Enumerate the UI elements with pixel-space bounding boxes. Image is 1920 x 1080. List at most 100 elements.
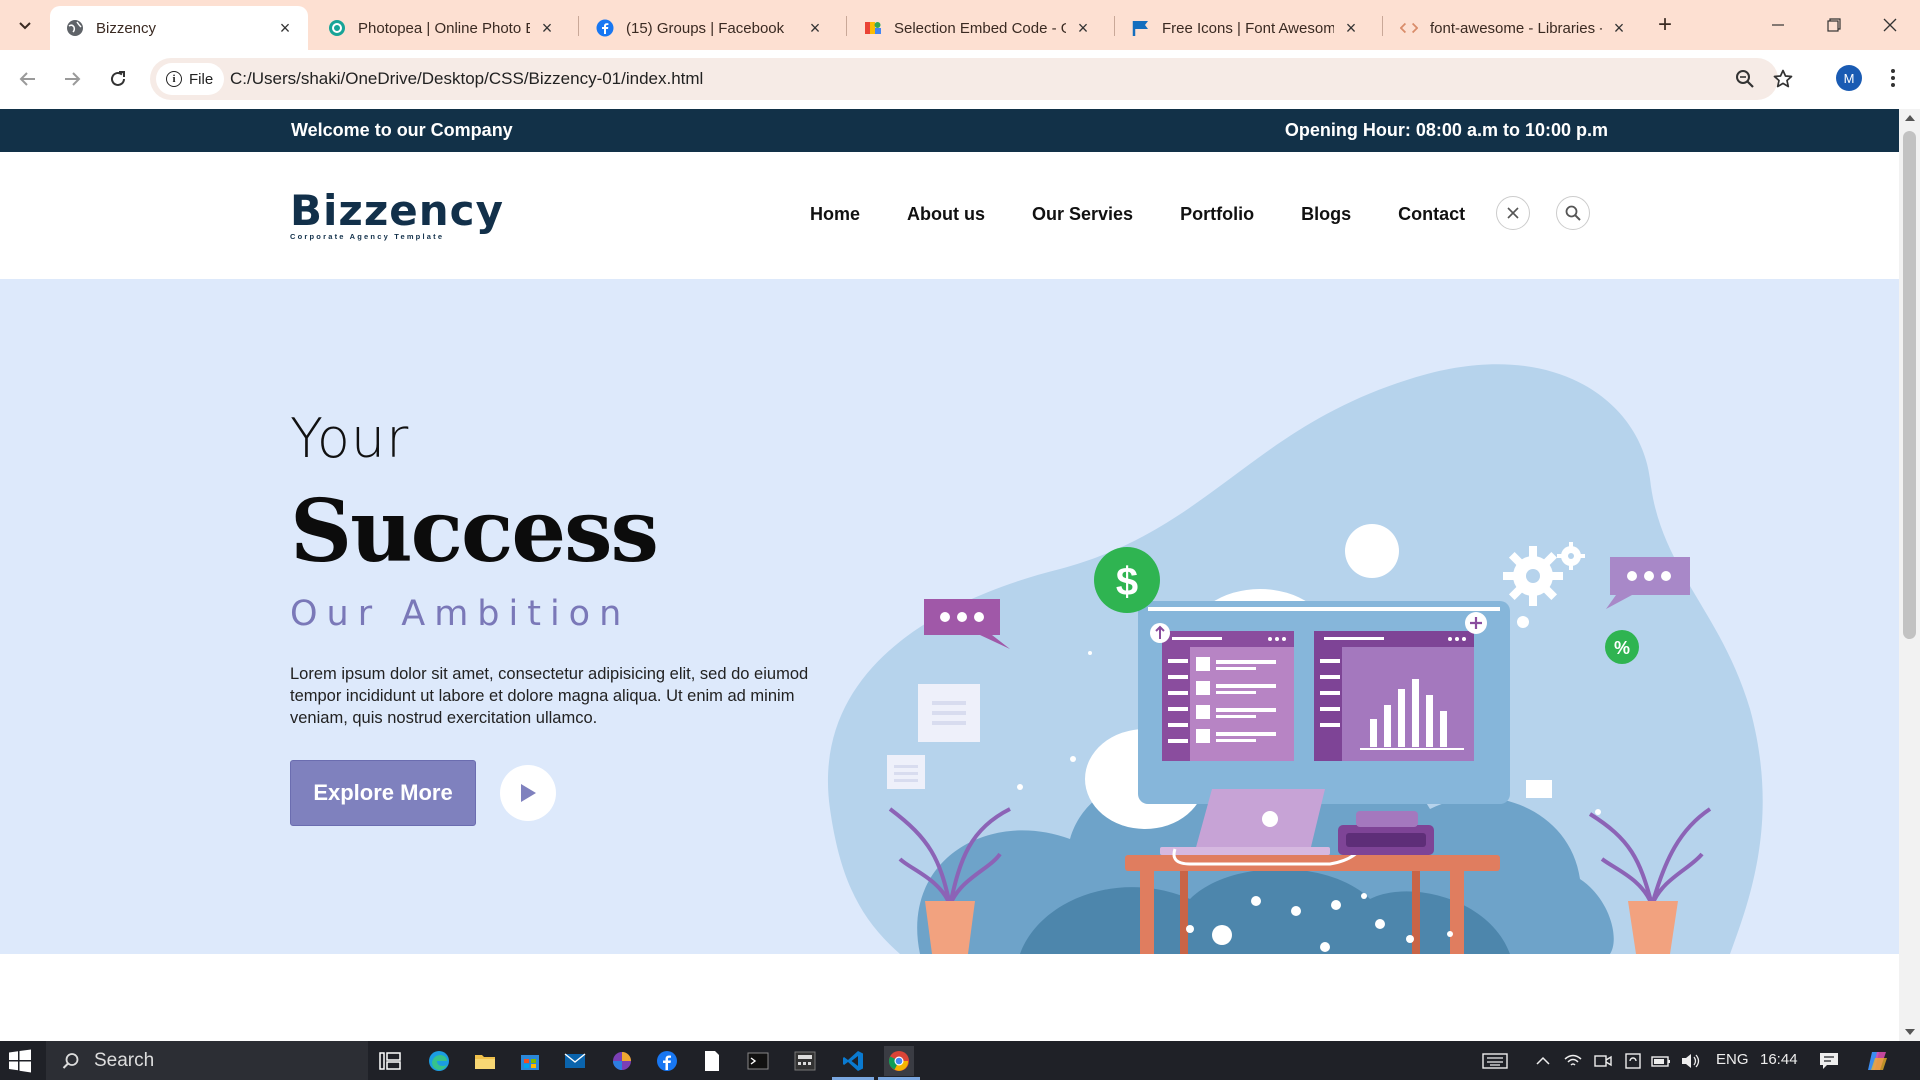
google-fonts-icon <box>864 19 882 37</box>
battery-icon[interactable] <box>1646 1046 1676 1076</box>
tab-separator <box>846 16 847 36</box>
zoom-button[interactable] <box>1732 66 1758 92</box>
photos-app-icon[interactable] <box>607 1046 637 1076</box>
menu-item-portfolio[interactable]: Portfolio <box>1180 204 1254 225</box>
close-tab-icon[interactable]: × <box>1610 18 1628 38</box>
volume-icon[interactable] <box>1676 1046 1706 1076</box>
svg-text:$: $ <box>1116 560 1138 604</box>
close-tab-icon[interactable]: × <box>806 18 824 38</box>
chrome-icon[interactable] <box>884 1046 914 1076</box>
tab-search-button[interactable] <box>12 12 38 38</box>
touch-keyboard-icon[interactable] <box>1480 1046 1510 1076</box>
tab-separator <box>1382 16 1383 36</box>
facebook-app-icon[interactable] <box>652 1046 682 1076</box>
close-tab-icon[interactable]: × <box>1342 18 1360 38</box>
new-tab-button[interactable]: + <box>1652 11 1678 38</box>
menu-item-services[interactable]: Our Servies <box>1032 204 1133 225</box>
main-menu: Home About us Our Servies Portfolio Blog… <box>810 204 1512 225</box>
close-window-button[interactable] <box>1862 0 1918 50</box>
taskbar-search-placeholder: Search <box>94 1049 155 1071</box>
opening-hours-text: Opening Hour: 08:00 a.m to 10:00 p.m <box>1284 120 1608 140</box>
windows-taskbar: Search ENG 16:44 <box>0 1041 1920 1080</box>
terminal-icon[interactable] <box>743 1046 773 1076</box>
site-info-chip[interactable]: i File <box>156 63 224 95</box>
menu-item-blogs[interactable]: Blogs <box>1301 204 1351 225</box>
more-vert-icon <box>1891 69 1895 87</box>
close-icon <box>1883 18 1897 32</box>
search-button[interactable] <box>1556 196 1590 230</box>
menu-item-home[interactable]: Home <box>810 204 860 225</box>
file-explorer-icon[interactable] <box>470 1046 500 1076</box>
browser-menu-button[interactable] <box>1880 65 1906 91</box>
bookmark-button[interactable] <box>1770 66 1796 92</box>
minimize-button[interactable] <box>1750 0 1806 50</box>
tab-bizzency[interactable]: Bizzency × <box>50 6 308 50</box>
page-scrollbar[interactable] <box>1899 109 1920 1041</box>
windows-start-icon[interactable] <box>8 1049 32 1073</box>
reload-button[interactable] <box>104 65 132 93</box>
address-bar[interactable]: i File C:/Users/shaki/OneDrive/Desktop/C… <box>150 58 1793 100</box>
tab-separator <box>1114 16 1115 36</box>
forward-button[interactable] <box>58 65 86 93</box>
tab-facebook[interactable]: (15) Groups | Facebook × <box>580 6 838 50</box>
tab-cdnjs[interactable]: font-awesome - Libraries - cdnjs × <box>1384 6 1642 50</box>
tab-title: (15) Groups | Facebook <box>626 19 785 37</box>
notifications-icon[interactable] <box>1814 1046 1844 1076</box>
task-view-icon[interactable] <box>375 1046 405 1076</box>
tab-photopea[interactable]: Photopea | Online Photo Editor × <box>312 6 570 50</box>
logo-brand: Bizzency <box>290 186 504 235</box>
taskbar-search-box[interactable]: Search <box>46 1041 368 1080</box>
explore-more-button[interactable]: Explore More <box>290 760 476 826</box>
system-clock[interactable]: 16:44 <box>1760 1051 1798 1068</box>
minimize-icon <box>1772 24 1784 26</box>
search-icon <box>62 1052 79 1069</box>
browser-tab-bar: Bizzency × Photopea | Online Photo Edito… <box>0 0 1920 50</box>
scroll-down-arrow-icon[interactable] <box>1905 1029 1915 1035</box>
tab-title: Selection Embed Code - Google Fonts <box>894 19 1066 37</box>
microsoft-store-icon[interactable] <box>515 1046 545 1076</box>
close-menu-button[interactable] <box>1496 196 1530 230</box>
menu-item-about[interactable]: About us <box>907 204 985 225</box>
edge-browser-icon[interactable] <box>424 1046 454 1076</box>
plant-pot-left <box>925 901 975 954</box>
copilot-icon[interactable] <box>1862 1046 1892 1076</box>
tab-title: font-awesome - Libraries - cdnjs <box>1430 19 1602 37</box>
tab-separator <box>578 16 579 36</box>
show-hidden-icons-chevron-up-icon[interactable] <box>1528 1046 1558 1076</box>
moon-circle <box>1345 524 1399 578</box>
scrollbar-thumb[interactable] <box>1903 131 1916 639</box>
meet-now-icon[interactable] <box>1588 1046 1618 1076</box>
close-tab-icon[interactable]: × <box>276 18 294 38</box>
close-tab-icon[interactable]: × <box>538 18 556 38</box>
site-logo[interactable]: Bizzency Corporate Agency Template <box>290 186 504 242</box>
vscode-icon[interactable] <box>838 1046 868 1076</box>
photopea-icon <box>328 19 346 37</box>
tab-title: Bizzency <box>96 19 157 37</box>
close-tab-icon[interactable]: × <box>1074 18 1092 38</box>
profile-avatar[interactable]: M <box>1836 65 1862 91</box>
tab-google-fonts[interactable]: Selection Embed Code - Google Fonts × <box>848 6 1106 50</box>
laptop-base <box>1160 847 1330 855</box>
mail-icon[interactable] <box>560 1046 590 1076</box>
hero-section: Your Success Our Ambition Lorem ipsum do… <box>0 279 1899 954</box>
zoom-out-icon <box>1736 70 1754 88</box>
monitor-bar <box>1148 607 1500 611</box>
tab-font-awesome[interactable]: Free Icons | Font Awesome × <box>1116 6 1374 50</box>
site-navbar: Bizzency Corporate Agency Template Home … <box>0 152 1899 279</box>
restore-button[interactable] <box>1806 0 1862 50</box>
back-button[interactable] <box>14 65 42 93</box>
play-video-button[interactable] <box>500 765 556 821</box>
wifi-icon[interactable] <box>1558 1046 1588 1076</box>
sync-icon[interactable] <box>1618 1046 1648 1076</box>
desk-leg <box>1450 871 1464 954</box>
font-awesome-flag-icon <box>1132 19 1150 37</box>
hero-line-success: Success <box>290 481 659 582</box>
restore-icon <box>1827 18 1841 32</box>
menu-item-contact[interactable]: Contact <box>1398 204 1465 225</box>
note-card <box>1526 780 1552 798</box>
language-indicator[interactable]: ENG <box>1716 1051 1749 1068</box>
scroll-up-arrow-icon[interactable] <box>1905 115 1915 121</box>
url-text[interactable]: C:/Users/shaki/OneDrive/Desktop/CSS/Bizz… <box>230 69 703 89</box>
calculator-icon[interactable] <box>790 1046 820 1076</box>
notepad-icon[interactable] <box>697 1046 727 1076</box>
